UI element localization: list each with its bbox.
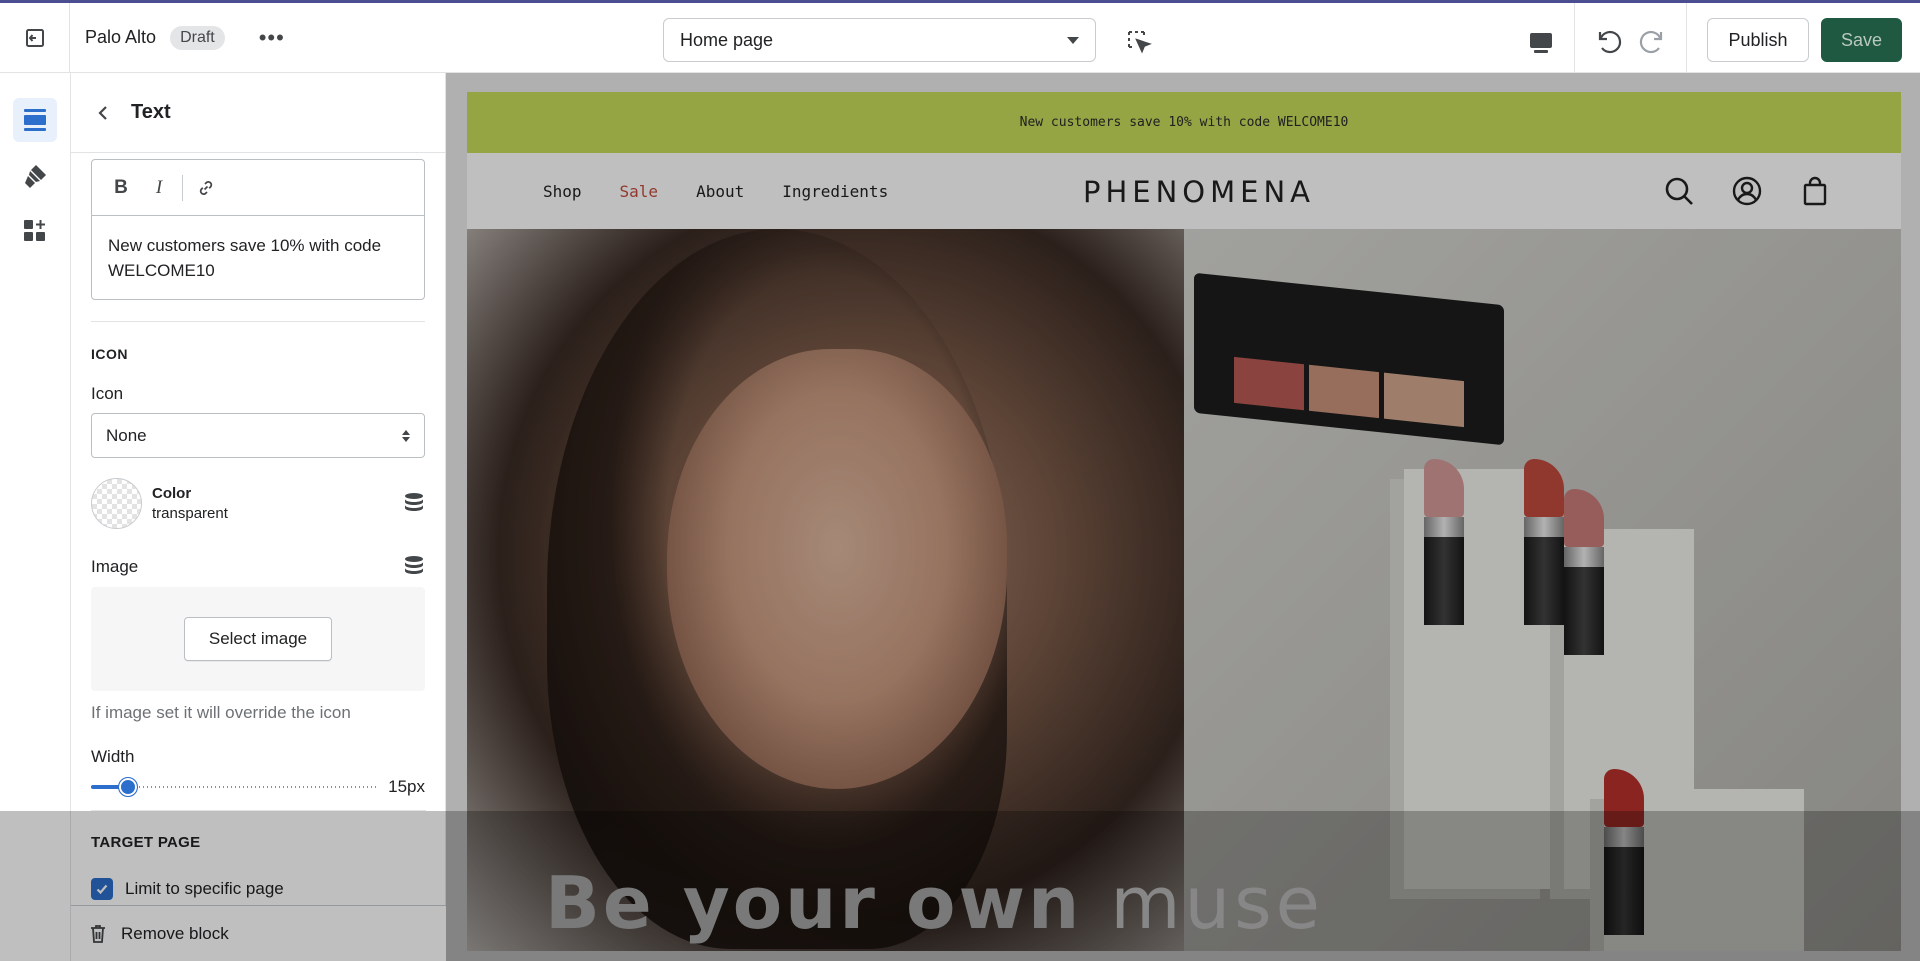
toolbar-divider [1574, 3, 1575, 73]
width-value: 15px [388, 777, 425, 796]
lipstick [1424, 459, 1464, 625]
store-name: Palo Alto [85, 27, 157, 47]
checkmark-icon [96, 884, 108, 895]
sections-icon [24, 109, 46, 131]
color-picker-row: Color transparent [91, 478, 425, 529]
lipstick [1524, 459, 1564, 625]
header-icons [1663, 175, 1831, 207]
dynamic-source-icon[interactable] [403, 555, 425, 579]
chevron-down-icon [1067, 36, 1079, 44]
rich-text-content[interactable]: New customers save 10% with code WELCOME… [92, 216, 424, 299]
dynamic-source-icon[interactable] [403, 492, 425, 516]
color-swatch[interactable] [91, 478, 142, 529]
bold-button[interactable]: B [106, 173, 136, 203]
icon-section-heading: ICON [91, 346, 128, 362]
hero-face-shape [667, 349, 1007, 789]
color-text: Color transparent [152, 485, 228, 522]
lipstick [1564, 489, 1604, 655]
link-icon [199, 180, 213, 195]
left-rail [0, 73, 71, 961]
toolbar-divider [182, 174, 183, 201]
hero-portrait-image [467, 229, 1184, 951]
page-selector-value: Home page [680, 29, 774, 50]
link-button[interactable] [191, 173, 221, 203]
page-selector[interactable]: Home page [663, 18, 1096, 62]
site-header: Shop Sale About Ingredients PHENOMENA [467, 153, 1901, 229]
account-icon[interactable] [1731, 175, 1763, 207]
select-arrows-icon [402, 429, 410, 442]
slider-thumb[interactable] [118, 777, 139, 797]
save-button[interactable]: Save [1821, 18, 1902, 62]
hero-products-image [1184, 229, 1901, 951]
hero-heading-main: Be your own [545, 861, 1083, 945]
image-field-row: Image [91, 555, 425, 579]
cart-icon[interactable] [1799, 175, 1831, 207]
redo-button[interactable] [1637, 25, 1669, 57]
undo-icon [1598, 30, 1622, 54]
toolbar-divider [1686, 3, 1687, 73]
image-field-label: Image [91, 557, 139, 576]
nav-link-ingredients[interactable]: Ingredients [782, 182, 888, 201]
limit-page-checkbox[interactable] [91, 878, 113, 900]
color-label: Color [152, 485, 192, 502]
rail-theme-settings-button[interactable] [13, 154, 57, 198]
select-image-button[interactable]: Select image [184, 617, 332, 661]
lipstick [1604, 769, 1644, 935]
desktop-icon [1530, 33, 1552, 53]
nav-link-sale[interactable]: Sale [620, 182, 659, 201]
limit-page-label: Limit to specific page [125, 879, 284, 898]
apps-icon [24, 220, 45, 241]
color-value: transparent [152, 505, 228, 522]
rich-text-toolbar: B I [92, 160, 424, 216]
width-label: Width [91, 747, 135, 766]
announcement-text: New customers save 10% with code WELCOME… [1019, 115, 1349, 130]
nav-link-shop[interactable]: Shop [543, 182, 582, 201]
more-actions-button[interactable]: ••• [259, 26, 285, 49]
icon-field-label: Icon [91, 384, 124, 403]
image-picker: Select image [91, 587, 425, 691]
section-divider [91, 321, 425, 322]
back-arrow-icon[interactable] [93, 103, 113, 123]
hero-heading: Be your own muse [545, 861, 1324, 945]
rail-sections-button[interactable] [13, 98, 57, 142]
top-bar: Palo Alto Draft ••• Home page Publish Sa… [0, 0, 1920, 73]
site-nav: Shop Sale About Ingredients [543, 182, 888, 201]
icon-select-value: None [106, 425, 147, 445]
panel-content: B I New customers save 10% with code WEL… [71, 159, 445, 797]
hero-heading-accent: muse [1110, 861, 1324, 945]
trash-icon [91, 924, 105, 943]
select-element-icon [1128, 31, 1152, 54]
announcement-bar[interactable]: New customers save 10% with code WELCOME… [467, 92, 1901, 153]
redo-icon [1639, 30, 1663, 54]
inspector-button[interactable] [1124, 27, 1154, 57]
exit-icon [25, 28, 44, 47]
rail-apps-button[interactable] [13, 209, 57, 253]
target-page-heading: TARGET PAGE [91, 834, 201, 851]
remove-block-button[interactable]: Remove block [121, 924, 229, 944]
hero-banner[interactable]: Be your own muse [467, 229, 1901, 951]
width-slider[interactable] [91, 777, 376, 797]
width-range-row: 15px [91, 777, 425, 797]
paint-brush-icon [25, 165, 46, 188]
panel-footer: Remove block [71, 905, 446, 961]
undo-button[interactable] [1592, 25, 1624, 57]
makeup-palette [1194, 272, 1504, 446]
rich-text-editor[interactable]: B I New customers save 10% with code WEL… [91, 159, 425, 300]
nav-link-about[interactable]: About [696, 182, 744, 201]
panel-title: Text [131, 101, 171, 123]
limit-page-checkbox-row[interactable]: Limit to specific page [91, 878, 284, 900]
panel-header: Text [71, 73, 445, 153]
italic-button[interactable]: I [144, 173, 174, 203]
device-preview-button[interactable] [1526, 27, 1556, 57]
exit-editor-button[interactable] [0, 2, 70, 73]
icon-select[interactable]: None [91, 413, 425, 458]
publish-button[interactable]: Publish [1707, 18, 1809, 62]
storefront-preview[interactable]: New customers save 10% with code WELCOME… [467, 92, 1901, 951]
image-help-text: If image set it will override the icon [91, 703, 351, 722]
site-logo[interactable]: PHENOMENA [1083, 175, 1315, 209]
section-divider [91, 810, 426, 811]
status-badge: Draft [170, 25, 225, 50]
search-icon[interactable] [1663, 175, 1695, 207]
